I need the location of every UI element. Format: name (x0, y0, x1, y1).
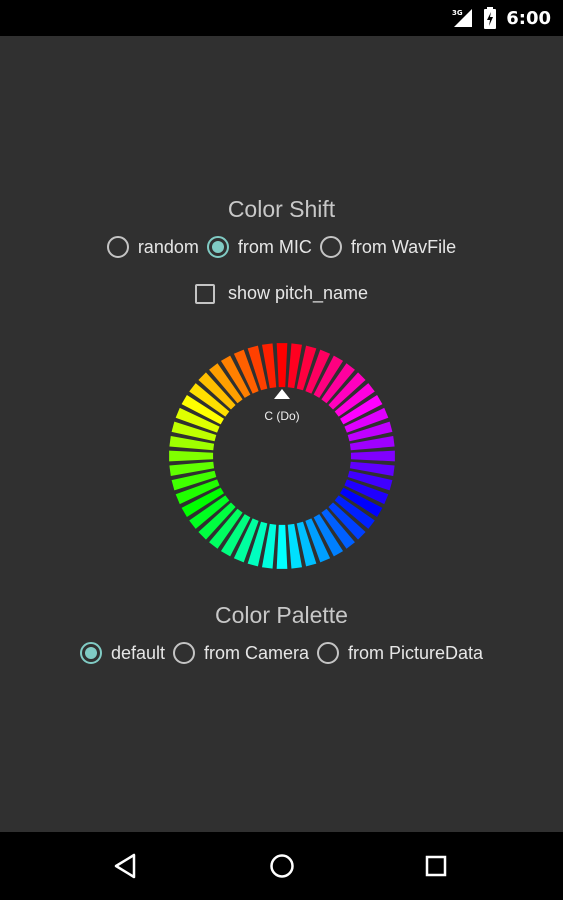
color-palette-options: default from Camera from PictureData (0, 642, 563, 664)
color-wheel (169, 343, 395, 569)
radio-button[interactable] (317, 642, 340, 664)
radio-label: from MIC (237, 236, 312, 257)
radio-label: random (137, 236, 199, 257)
navigation-bar (0, 832, 563, 900)
radio-label: from PictureData (348, 642, 484, 663)
wheel-segment (350, 450, 395, 462)
status-bar: 3G 6:00 (0, 0, 563, 36)
home-icon[interactable] (266, 850, 298, 882)
show-pitch-name-checkbox[interactable] (194, 283, 215, 304)
radio-button[interactable] (172, 642, 195, 664)
radio-from-picturedata[interactable]: from PictureData (317, 642, 483, 664)
wheel-segment (276, 343, 288, 388)
checkbox-label: show pitch_name (227, 283, 369, 303)
radio-label: default (110, 642, 165, 663)
svg-text:3G: 3G (452, 9, 463, 17)
radio-button[interactable] (319, 236, 342, 258)
show-pitch-name-option[interactable]: show pitch_name (0, 283, 563, 304)
battery-charging-icon (484, 7, 497, 29)
back-icon[interactable] (110, 850, 142, 882)
color-shift-title: Color Shift (227, 196, 336, 222)
radio-from-mic[interactable]: from MIC (206, 236, 312, 258)
radio-from-camera[interactable]: from Camera (172, 642, 310, 664)
radio-label: from WavFile (350, 236, 457, 257)
radio-from-wavfile[interactable]: from WavFile (319, 236, 457, 258)
radio-random[interactable]: random (106, 236, 199, 258)
wheel-segment (276, 524, 288, 569)
signal-icon: 3G (452, 9, 473, 27)
radio-button-checked[interactable] (79, 642, 102, 664)
wheel-segment (169, 450, 214, 462)
pitch-name-label: C (Do) (264, 409, 300, 423)
radio-button-checked[interactable] (206, 236, 229, 258)
main-content: Color Shift random from MIC from WavFile… (0, 36, 563, 832)
color-palette-title: Color Palette (215, 602, 348, 628)
color-shift-options: random from MIC from WavFile (0, 236, 563, 258)
radio-button[interactable] (106, 236, 129, 258)
clock: 6:00 (506, 7, 551, 29)
radio-default[interactable]: default (79, 642, 165, 664)
recents-icon[interactable] (420, 850, 452, 882)
radio-label: from Camera (203, 642, 310, 663)
triangle-up-icon (274, 389, 290, 399)
